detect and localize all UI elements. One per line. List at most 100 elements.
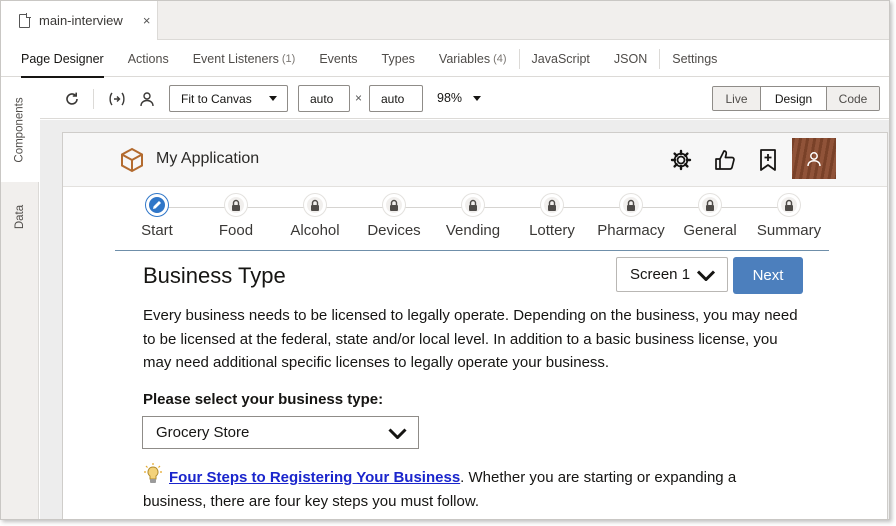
- chevron-down-icon: [697, 270, 715, 281]
- locked-step-dot: [541, 194, 563, 216]
- business-type-select[interactable]: Grocery Store: [142, 416, 419, 449]
- canvas-width-input[interactable]: auto: [298, 85, 350, 112]
- four-steps-link[interactable]: Four Steps to Registering Your Business: [169, 469, 460, 486]
- canvas-width-value: auto: [310, 91, 334, 106]
- lock-icon: [706, 199, 714, 211]
- train-stop-summary[interactable]: Summary: [744, 194, 834, 239]
- screen-select[interactable]: Screen 1: [616, 257, 728, 292]
- chevron-down-icon: [269, 96, 277, 101]
- tab-variables[interactable]: Variables (4): [439, 41, 507, 77]
- gear-icon[interactable]: [668, 147, 694, 173]
- tab-actions[interactable]: Actions: [128, 41, 169, 77]
- tab-javascript[interactable]: JavaScript: [532, 41, 590, 77]
- app-header: My Application: [63, 133, 887, 187]
- page-title: Business Type: [143, 263, 286, 288]
- bookmark-add-icon[interactable]: [755, 147, 781, 173]
- tab-json[interactable]: JSON: [614, 41, 647, 77]
- tab-label: Types: [381, 51, 415, 66]
- locked-step-dot: [304, 194, 326, 216]
- locked-step-dot: [383, 194, 405, 216]
- tab-label: Settings: [672, 51, 718, 66]
- train-stop-start[interactable]: Start: [112, 194, 202, 239]
- train-stop-label: Start: [141, 222, 173, 239]
- designer-toolbar: Fit to Canvas auto × auto 98% Live Desig…: [40, 78, 889, 119]
- train-stop-general[interactable]: General: [665, 194, 755, 239]
- current-step-dot: [146, 194, 168, 216]
- tab-divider: [659, 48, 661, 69]
- fit-to-canvas-value: Fit to Canvas: [181, 91, 252, 106]
- tab-page-designer[interactable]: Page Designer: [21, 41, 104, 78]
- train-stop-devices[interactable]: Devices: [349, 194, 439, 239]
- mode-design-button[interactable]: Design: [760, 87, 826, 110]
- tab-label: Variables: [438, 51, 491, 66]
- design-canvas: My Application Start Food Alcohol Device…: [40, 120, 889, 519]
- train-stepper: Start Food Alcohol Devices Vending Lotte…: [115, 187, 829, 251]
- user-icon: [807, 151, 821, 166]
- canvas-height-input[interactable]: auto: [369, 85, 423, 112]
- chevron-down-icon: [388, 428, 407, 439]
- fit-to-canvas-select[interactable]: Fit to Canvas: [169, 85, 288, 112]
- variable-binding-icon[interactable]: [106, 87, 128, 111]
- train-stop-label: Summary: [756, 222, 822, 239]
- view-mode-toggle: Live Design Code: [712, 86, 880, 111]
- tab-label: JavaScript: [531, 51, 590, 66]
- editor-window: main-interview × Page Designer Actions E…: [0, 0, 890, 520]
- lock-icon: [548, 199, 556, 211]
- lock-icon: [311, 199, 319, 211]
- tab-event-listeners[interactable]: Event Listeners (1): [193, 41, 296, 77]
- train-stop-pharmacy[interactable]: Pharmacy: [586, 194, 676, 239]
- tab-label: Page Designer: [21, 51, 104, 66]
- rail-tab-label: Components: [13, 97, 26, 163]
- zoom-value[interactable]: 98%: [437, 91, 462, 105]
- rail-tab-components[interactable]: Components: [1, 78, 39, 182]
- file-tab-label: main-interview: [39, 13, 123, 28]
- lock-icon: [232, 199, 240, 211]
- close-icon[interactable]: ×: [143, 13, 151, 28]
- intro-paragraph: Every business needs to be licensed to l…: [143, 307, 798, 371]
- dimension-times: ×: [355, 91, 363, 105]
- next-button[interactable]: Next: [733, 257, 803, 294]
- train-stop-alcohol[interactable]: Alcohol: [270, 194, 360, 239]
- user-icon[interactable]: [137, 87, 157, 111]
- thumbs-up-icon[interactable]: [712, 147, 738, 173]
- lightbulb-icon: [144, 463, 162, 483]
- business-type-value: Grocery Store: [156, 424, 250, 441]
- locked-step-dot: [620, 194, 642, 216]
- tab-count: (1): [281, 52, 296, 65]
- tab-label: Event Listeners: [192, 51, 279, 66]
- train-stop-label: Food: [218, 222, 254, 239]
- mode-live-button[interactable]: Live: [713, 87, 760, 110]
- tab-count: (4): [493, 52, 507, 65]
- lock-icon: [627, 199, 635, 211]
- chevron-down-icon[interactable]: [473, 96, 481, 101]
- pencil-icon: [153, 201, 161, 209]
- refresh-icon[interactable]: [62, 87, 82, 111]
- train-stop-food[interactable]: Food: [191, 194, 281, 239]
- file-tab-main-interview[interactable]: main-interview ×: [1, 1, 158, 40]
- app-logo-icon: [121, 147, 143, 173]
- screen-select-value: Screen 1: [630, 266, 691, 283]
- avatar[interactable]: [792, 138, 836, 179]
- locked-step-dot: [699, 194, 721, 216]
- rail-tab-data[interactable]: Data: [1, 182, 39, 252]
- train-stop-lottery[interactable]: Lottery: [507, 194, 597, 239]
- app-title: My Application: [156, 150, 260, 167]
- designer-tabs: Page Designer Actions Event Listeners (1)…: [1, 41, 889, 78]
- tab-settings[interactable]: Settings: [672, 41, 717, 77]
- app-preview: My Application Start Food Alcohol Device…: [62, 132, 888, 519]
- mode-code-button[interactable]: Code: [826, 87, 879, 110]
- train-stop-label: Vending: [445, 222, 501, 239]
- train-stop-label: General: [683, 222, 737, 239]
- lock-icon: [785, 199, 793, 211]
- locked-step-dot: [225, 194, 247, 216]
- tab-label: Actions: [127, 51, 169, 66]
- train-stop-vending[interactable]: Vending: [428, 194, 518, 239]
- tip-paragraph: Four Steps to Registering Your Business.…: [143, 463, 783, 513]
- canvas-height-value: auto: [381, 91, 405, 106]
- train-stop-label: Lottery: [529, 222, 575, 239]
- locked-step-dot: [462, 194, 484, 216]
- tab-label: Events: [319, 51, 358, 66]
- tab-label: JSON: [613, 51, 648, 66]
- tab-events[interactable]: Events: [319, 41, 357, 77]
- tab-types[interactable]: Types: [382, 41, 415, 77]
